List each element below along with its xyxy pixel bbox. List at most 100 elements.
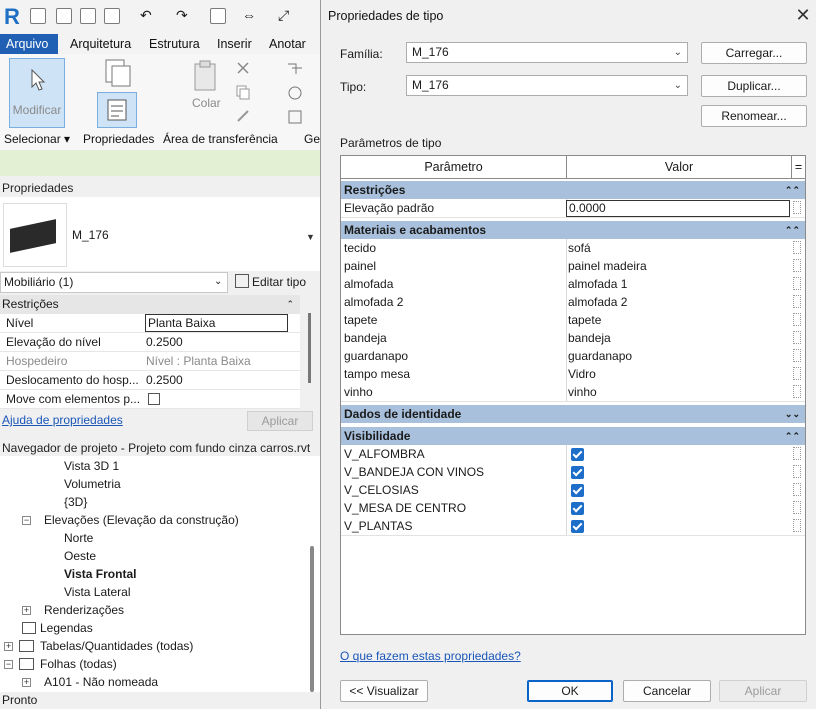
parameter-row[interactable]: V_CELOSIAS	[341, 481, 805, 500]
tab-arquivo[interactable]: Arquivo	[0, 34, 58, 54]
tab-inserir[interactable]: Inserir	[211, 34, 258, 54]
visibility-checkbox[interactable]	[571, 520, 584, 533]
column-header-formula[interactable]: =	[792, 156, 805, 178]
visibility-checkbox[interactable]	[571, 502, 584, 515]
tree-item[interactable]: Tabelas/Quantidades (todas)	[40, 637, 193, 655]
visibility-checkbox[interactable]	[571, 448, 584, 461]
tree-item[interactable]: Elevações (Elevação da construção)	[44, 511, 239, 529]
parameter-row[interactable]: almofada almofada 1	[341, 275, 805, 294]
tree-item-selected[interactable]: Vista Frontal	[64, 565, 136, 583]
tree-item[interactable]: Folhas (todas)	[40, 655, 117, 673]
group-restricoes[interactable]: Restrições ⌃⌃	[341, 181, 805, 199]
visibility-checkbox[interactable]	[571, 466, 584, 479]
edit-type-button[interactable]: Editar tipo	[232, 272, 306, 292]
home-icon[interactable]	[30, 8, 46, 24]
formula-button[interactable]	[793, 501, 801, 514]
wall-joins-icon[interactable]	[286, 108, 304, 126]
measure-icon[interactable]: ⇔	[242, 8, 258, 24]
tab-estrutura[interactable]: Estrutura	[143, 34, 206, 54]
default-elevation-input[interactable]: 0.0000	[566, 200, 790, 217]
properties-button[interactable]	[97, 92, 137, 128]
load-button[interactable]: Carregar...	[701, 42, 807, 64]
apply-button[interactable]: Aplicar	[719, 680, 807, 702]
join-icon[interactable]	[286, 60, 304, 78]
expand-toggle-icon[interactable]: +	[22, 606, 31, 615]
properties-help-link[interactable]: Ajuda de propriedades	[2, 413, 123, 427]
parameter-row[interactable]: V_BANDEJA CON VINOS	[341, 463, 805, 482]
tree-item[interactable]: Legendas	[40, 619, 93, 637]
column-header-parameter[interactable]: Parâmetro	[341, 156, 567, 178]
property-value[interactable]: 0.2500	[146, 333, 296, 351]
tree-item[interactable]: A101 - Não nomeada	[44, 673, 158, 691]
parameter-row[interactable]: V_ALFOMBRA	[341, 445, 805, 464]
tree-item[interactable]: Oeste	[64, 547, 96, 565]
type-select[interactable]: M_176 ⌄	[406, 75, 688, 96]
parameter-row[interactable]: almofada 2 almofada 2	[341, 293, 805, 312]
property-row[interactable]: Nível Planta Baixa	[0, 314, 300, 333]
preview-button[interactable]: << Visualizar	[340, 680, 428, 702]
parameter-row[interactable]: V_MESA DE CENTRO	[341, 499, 805, 518]
sync-icon[interactable]	[104, 8, 120, 24]
tree-item[interactable]: Vista 3D 1	[64, 457, 119, 475]
tree-item[interactable]: Renderizações	[44, 601, 124, 619]
tree-item[interactable]: {3D}	[64, 493, 87, 511]
collapse-icon[interactable]: ⌃	[286, 295, 294, 313]
rename-button[interactable]: Renomear...	[701, 105, 807, 127]
expand-toggle-icon[interactable]: +	[22, 678, 31, 687]
parameter-value[interactable]: bandeja	[568, 329, 611, 347]
shape-icon[interactable]	[286, 84, 304, 102]
formula-button[interactable]	[793, 241, 801, 254]
formula-button[interactable]	[793, 295, 801, 308]
parameter-row[interactable]: V_PLANTAS	[341, 517, 805, 536]
parameter-value[interactable]: tapete	[568, 311, 601, 329]
group-restricoes[interactable]: Restrições ⌃	[0, 295, 300, 314]
property-value[interactable]: 0.2500	[146, 371, 296, 389]
group-materiais[interactable]: Materiais e acabamentos ⌃⌃	[341, 221, 805, 239]
type-properties-icon[interactable]	[100, 58, 134, 88]
paste-icon[interactable]	[192, 60, 220, 94]
what-do-these-do-link[interactable]: O que fazem estas propriedades?	[340, 649, 521, 663]
cut-icon[interactable]	[235, 60, 251, 76]
parameter-row[interactable]: bandeja bandeja	[341, 329, 805, 348]
property-row[interactable]: Deslocamento do hosp... 0.2500	[0, 371, 300, 390]
formula-button[interactable]	[793, 385, 801, 398]
visibility-checkbox[interactable]	[571, 484, 584, 497]
properties-scrollbar[interactable]	[308, 313, 311, 383]
family-select[interactable]: M_176 ⌄	[406, 42, 688, 63]
redo-icon[interactable]: ↷	[176, 8, 192, 24]
collapse-icon[interactable]: ⌃⌃	[785, 181, 800, 199]
formula-button[interactable]	[793, 201, 801, 214]
collapse-icon[interactable]: ⌃⌃	[785, 427, 800, 445]
formula-button[interactable]	[793, 367, 801, 380]
level-input[interactable]: Planta Baixa	[145, 314, 288, 332]
parameter-row[interactable]: painel painel madeira	[341, 257, 805, 276]
chevron-down-icon[interactable]: ⌄	[214, 276, 222, 287]
tree-item[interactable]: Norte	[64, 529, 93, 547]
parameter-value[interactable]: sofá	[568, 239, 591, 257]
formula-button[interactable]	[793, 519, 801, 532]
tree-item[interactable]: Volumetria	[64, 475, 121, 493]
formula-button[interactable]	[793, 259, 801, 272]
parameter-row[interactable]: tecido sofá	[341, 239, 805, 258]
browser-scrollbar[interactable]	[310, 546, 314, 692]
collapse-toggle-icon[interactable]: −	[22, 516, 31, 525]
panel-selecionar[interactable]: Selecionar ▾	[4, 132, 70, 146]
copy-icon[interactable]	[235, 84, 251, 100]
collapse-icon[interactable]: ⌃⌃	[785, 221, 800, 239]
duplicate-button[interactable]: Duplicar...	[701, 75, 807, 97]
parameter-value[interactable]: almofada 2	[568, 293, 627, 311]
tab-arquitetura[interactable]: Arquitetura	[64, 34, 137, 54]
move-with-checkbox[interactable]	[148, 393, 160, 405]
parameter-value[interactable]: painel madeira	[568, 257, 647, 275]
expand-toggle-icon[interactable]: +	[4, 642, 13, 651]
ok-button[interactable]: OK	[527, 680, 613, 702]
group-identidade[interactable]: Dados de identidade ⌄⌄	[341, 405, 805, 423]
dimension-icon[interactable]: ⤢	[278, 8, 294, 24]
expand-icon[interactable]: ⌄⌄	[785, 405, 800, 423]
parameter-value[interactable]: Vidro	[568, 365, 596, 383]
formula-button[interactable]	[793, 447, 801, 460]
formula-button[interactable]	[793, 465, 801, 478]
category-filter[interactable]: Mobiliário (1)	[0, 272, 228, 293]
group-visibilidade[interactable]: Visibilidade ⌃⌃	[341, 427, 805, 445]
formula-button[interactable]	[793, 483, 801, 496]
